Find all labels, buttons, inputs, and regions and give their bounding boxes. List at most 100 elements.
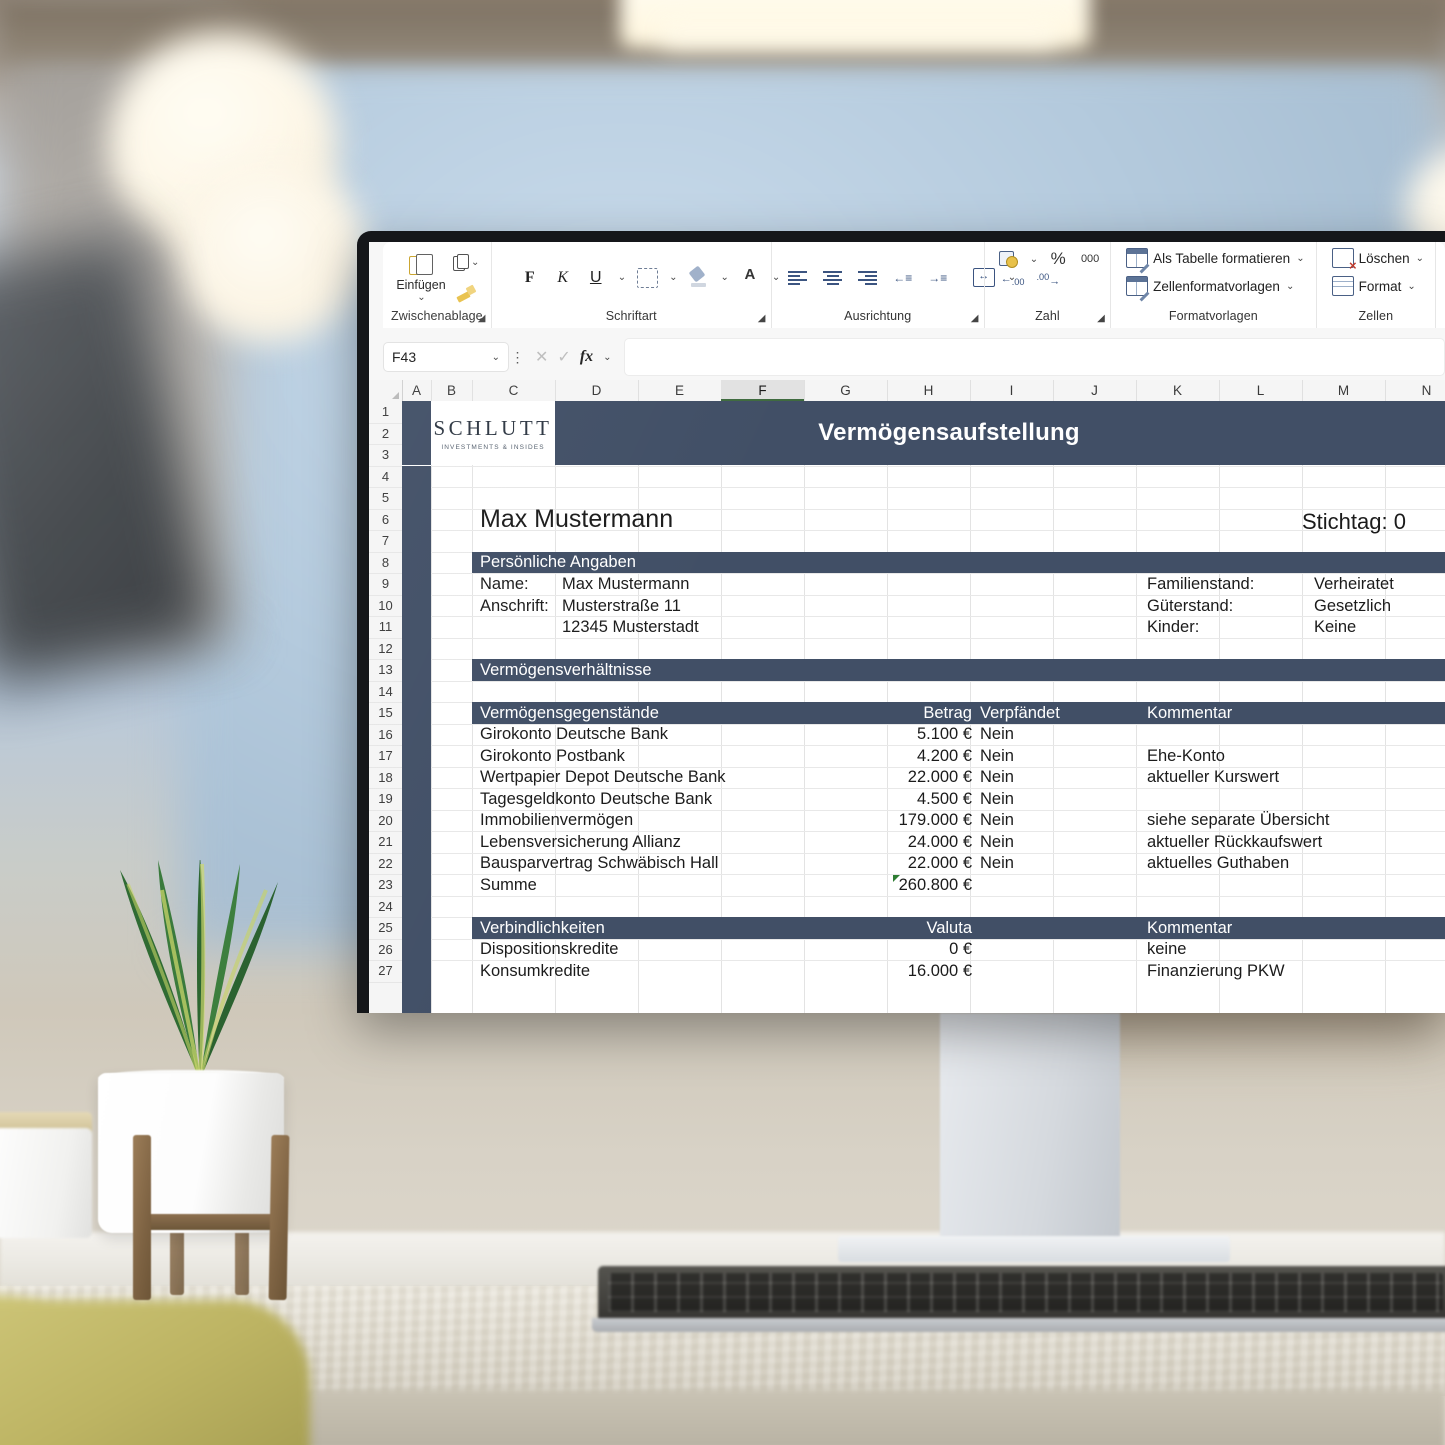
column-header-N[interactable]: N <box>1385 380 1445 401</box>
column-header-H[interactable]: H <box>887 380 971 401</box>
row-header-24[interactable]: 24 <box>369 896 402 918</box>
copy-button[interactable]: ⌄ <box>453 250 479 276</box>
cell-styles-icon <box>1126 276 1150 302</box>
row-header-22[interactable]: 22 <box>369 853 402 875</box>
row-header-27[interactable]: 27 <box>369 960 402 983</box>
number-dialog-launcher-icon[interactable]: ◢ <box>1097 313 1108 324</box>
row-header-6[interactable]: 6 <box>369 509 402 531</box>
value-property-regime: Gesetzlich <box>1314 596 1392 615</box>
section-title-assets: Vermögensverhältnisse <box>480 660 652 679</box>
increase-decimal-button[interactable]: .00→ <box>1036 272 1060 288</box>
row-header-10[interactable]: 10 <box>369 595 402 617</box>
decrease-decimal-button[interactable]: ←.00 <box>1001 273 1025 287</box>
row-header-12[interactable]: 12 <box>369 638 402 660</box>
bold-button[interactable]: F <box>518 265 542 291</box>
row-header-23[interactable]: 23 <box>369 874 402 897</box>
alignment-dialog-launcher-icon[interactable]: ◢ <box>971 313 982 324</box>
align-right-button[interactable] <box>856 265 880 291</box>
asset-item-3: Wertpapier Depot Deutsche Bank <box>480 768 726 786</box>
column-header-E[interactable]: E <box>638 380 722 401</box>
increase-indent-button[interactable]: →≡ <box>926 265 950 291</box>
chevron-down-icon[interactable]: ⌄ <box>721 272 729 283</box>
cell-styles-button[interactable]: Zellenformatvorlagen ⌄ <box>1123 274 1297 302</box>
font-dialog-launcher-icon[interactable]: ◢ <box>758 313 769 324</box>
row-header-11[interactable]: 11 <box>369 616 402 639</box>
align-center-button[interactable] <box>821 265 845 291</box>
percent-format-button[interactable]: % <box>1046 246 1070 272</box>
underline-button[interactable]: U <box>584 265 608 291</box>
paste-button[interactable]: Einfügen ⌄ <box>391 253 451 303</box>
italic-button[interactable]: K <box>551 265 575 291</box>
value-marital-status: Verheiratet <box>1314 575 1394 593</box>
fill-color-button[interactable] <box>687 265 711 291</box>
row-header-18[interactable]: 18 <box>369 767 402 789</box>
asset-item-6: Lebensversicherung Allianz <box>480 832 681 851</box>
chevron-down-icon[interactable]: ⌄ <box>618 272 626 283</box>
chevron-down-icon[interactable]: ⌄ <box>492 352 500 363</box>
column-header-M[interactable]: M <box>1302 380 1386 401</box>
chevron-down-icon[interactable]: ⌄ <box>471 257 479 268</box>
column-header-K[interactable]: K <box>1136 380 1220 401</box>
row-header-25[interactable]: 25 <box>369 917 402 940</box>
chevron-down-icon[interactable]: ⌄ <box>1030 254 1038 265</box>
row-header-3[interactable]: 3 <box>369 444 402 467</box>
group-label-font: Schriftart <box>605 309 657 323</box>
column-header-B[interactable]: B <box>431 380 473 401</box>
currency-format-button[interactable] <box>997 246 1021 272</box>
column-header-I[interactable]: I <box>970 380 1054 401</box>
more-options-icon[interactable]: ⋮ <box>509 349 527 366</box>
row-header-1[interactable]: 1 <box>369 401 402 424</box>
thousands-separator-button[interactable]: 000 <box>1078 246 1102 272</box>
row-header-19[interactable]: 19 <box>369 788 402 811</box>
select-all-corner[interactable] <box>369 380 403 401</box>
column-header-J[interactable]: J <box>1053 380 1137 401</box>
align-left-button[interactable] <box>786 265 810 291</box>
row-header-5[interactable]: 5 <box>369 487 402 510</box>
chevron-down-icon[interactable]: ⌄ <box>1407 281 1415 292</box>
row-header-15[interactable]: 15 <box>369 702 402 725</box>
cancel-entry-icon[interactable]: ✕ <box>535 347 548 367</box>
row-header-8[interactable]: 8 <box>369 552 402 574</box>
value-children: Keine <box>1314 618 1357 636</box>
row-header-21[interactable]: 21 <box>369 831 402 854</box>
format-cells-button[interactable]: Format ⌄ <box>1329 274 1419 298</box>
ceiling-light-glow <box>660 18 1060 48</box>
row-header-16[interactable]: 16 <box>369 724 402 746</box>
row-header-26[interactable]: 26 <box>369 939 402 961</box>
row-header-17[interactable]: 17 <box>369 745 402 768</box>
clipboard-dialog-launcher-icon[interactable]: ◢ <box>478 313 489 324</box>
chevron-down-icon[interactable]: ⌄ <box>1416 253 1424 264</box>
chevron-down-icon[interactable]: ⌄ <box>669 272 677 283</box>
decrease-indent-button[interactable]: ←≡ <box>891 265 915 291</box>
row-header-13[interactable]: 13 <box>369 659 402 682</box>
column-header-A[interactable]: A <box>402 380 432 401</box>
confirm-entry-icon[interactable]: ✓ <box>557 347 570 367</box>
row-header-2[interactable]: 2 <box>369 423 402 445</box>
column-header-L[interactable]: L <box>1219 380 1303 401</box>
column-header-C[interactable]: C <box>472 380 556 401</box>
column-header-D[interactable]: D <box>555 380 639 401</box>
insert-function-icon[interactable]: fx <box>580 348 593 366</box>
group-label-styles: Formatvorlagen <box>1168 309 1258 323</box>
delete-cells-button[interactable]: Löschen ⌄ <box>1329 246 1427 273</box>
cell-area[interactable]: SCHLUTT INVESTMENTS & INSIDES Vermögensa… <box>402 401 1445 1013</box>
ribbon-group-font: F K U ⌄ ⌄ ⌄ A ⌄ Schriftart ◢ <box>490 242 780 328</box>
formula-input[interactable] <box>623 338 1445 376</box>
row-header-9[interactable]: 9 <box>369 573 402 596</box>
chevron-down-icon[interactable]: ⌄ <box>417 292 425 303</box>
row-header-4[interactable]: 4 <box>369 466 402 488</box>
chevron-down-icon[interactable]: ⌄ <box>1286 281 1294 292</box>
row-header-20[interactable]: 20 <box>369 810 402 832</box>
format-painter-button[interactable] <box>454 280 478 306</box>
chevron-down-icon[interactable]: ⌄ <box>603 352 611 363</box>
borders-button[interactable] <box>635 265 659 291</box>
name-box[interactable]: F43 ⌄ <box>383 342 509 372</box>
column-header-G[interactable]: G <box>804 380 888 401</box>
plant-stand-leg-left <box>133 1135 151 1300</box>
font-color-button[interactable]: A <box>738 265 762 291</box>
chevron-down-icon[interactable]: ⌄ <box>1296 253 1304 264</box>
column-header-F[interactable]: F <box>721 380 805 401</box>
row-header-14[interactable]: 14 <box>369 681 402 703</box>
row-header-7[interactable]: 7 <box>369 530 402 553</box>
format-as-table-button[interactable]: Als Tabelle formatieren ⌄ <box>1123 246 1307 274</box>
